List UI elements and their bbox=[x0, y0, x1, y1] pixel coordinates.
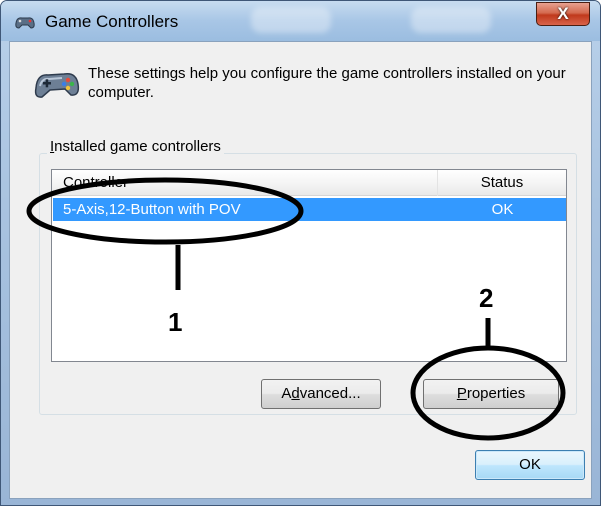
advanced-label-a: A bbox=[281, 385, 292, 402]
properties-label-rest: roperties bbox=[466, 385, 526, 402]
callout-1-label: 1 bbox=[168, 307, 183, 337]
title-bar[interactable]: Game Controllers X bbox=[1, 1, 600, 41]
list-header: Controller Status bbox=[52, 170, 566, 196]
properties-access-key: P bbox=[456, 385, 467, 402]
list-row-selected[interactable]: 5-Axis,12-Button with POV OK bbox=[53, 198, 566, 221]
column-header-controller[interactable]: Controller bbox=[52, 170, 438, 196]
gamepad-small-icon bbox=[15, 17, 35, 29]
title-bar-blur bbox=[411, 7, 491, 33]
group-label: Installed game controllers bbox=[47, 138, 224, 155]
advanced-button[interactable]: Advanced... bbox=[261, 379, 381, 409]
dialog-body: These settings help you configure the ga… bbox=[9, 41, 592, 499]
properties-button[interactable]: Properties bbox=[423, 379, 559, 409]
controller-name: 5-Axis,12-Button with POV bbox=[63, 201, 241, 218]
callout-2-label: 2 bbox=[479, 283, 494, 313]
intro-text: These settings help you configure the ga… bbox=[88, 65, 566, 101]
controller-status: OK bbox=[491, 201, 514, 218]
game-controllers-window: Game Controllers X These settings help y… bbox=[0, 0, 601, 506]
window-title: Game Controllers bbox=[45, 12, 179, 31]
group-label-text: nstalled game controllers bbox=[54, 138, 221, 155]
advanced-access-key: d bbox=[291, 385, 300, 402]
title-bar-blur bbox=[251, 7, 331, 33]
ok-button[interactable]: OK bbox=[475, 450, 585, 480]
controllers-list[interactable]: Controller Status 5-Axis,12-Button with … bbox=[51, 169, 567, 362]
gamepad-icon bbox=[34, 72, 80, 98]
column-header-status[interactable]: Status bbox=[438, 170, 566, 196]
close-button[interactable]: X bbox=[536, 2, 590, 26]
advanced-label-rest: vanced... bbox=[299, 385, 361, 402]
